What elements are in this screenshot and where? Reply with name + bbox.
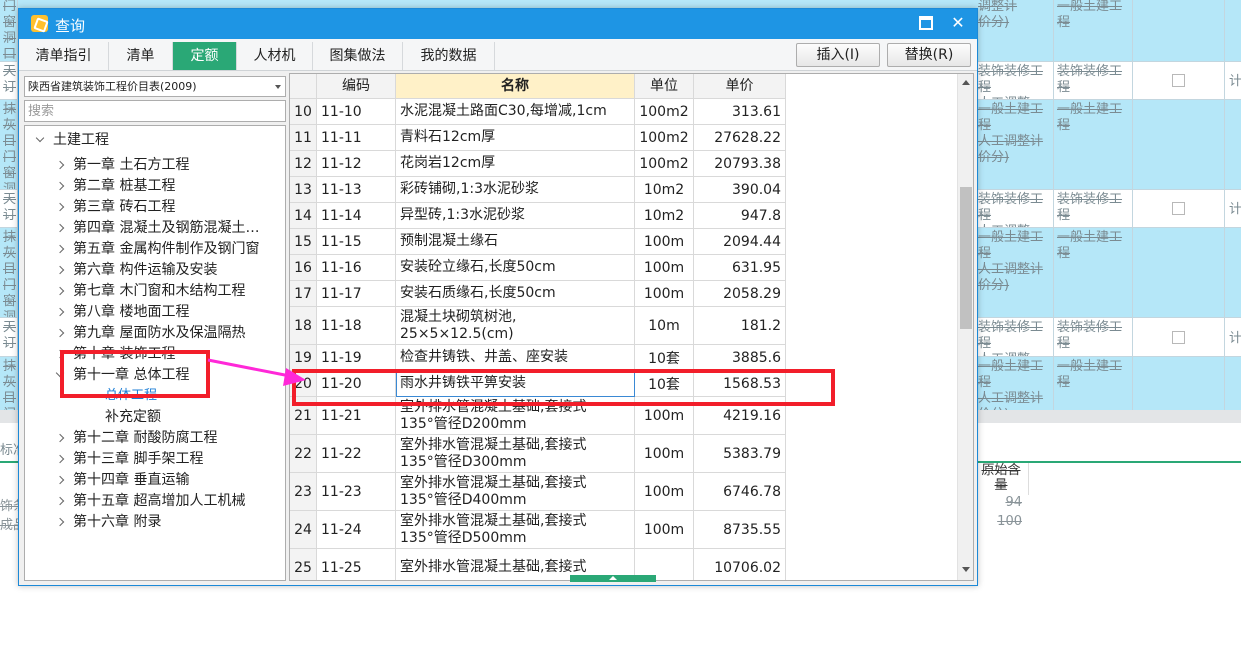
annotation-arrow-icon [207, 358, 306, 386]
